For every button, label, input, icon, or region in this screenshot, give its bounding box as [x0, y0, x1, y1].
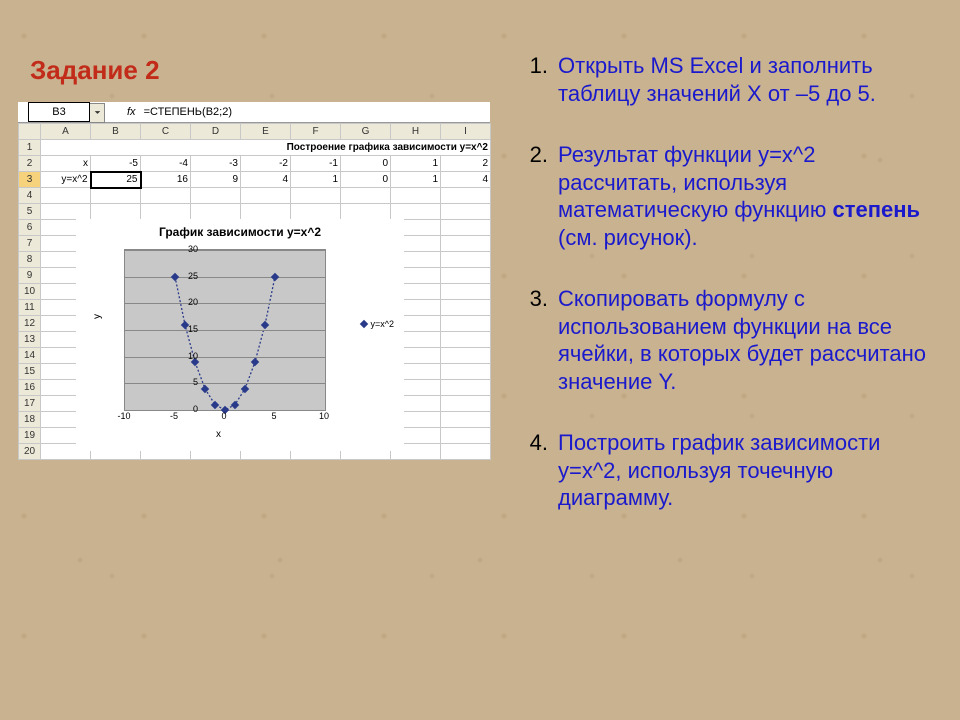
active-cell: 25 [91, 172, 141, 188]
formula-bar: B3 fx =СТЕПЕНЬ(B2;2) [18, 102, 490, 123]
step-text: Построить график зависимости y=x^2, испо… [558, 430, 880, 510]
embedded-chart[interactable]: График зависимости y=x^2 y x y=x^2 05101… [76, 219, 404, 451]
name-box[interactable]: B3 [28, 102, 90, 122]
col-header-row: ABC DEF GHI [19, 124, 491, 140]
excel-screenshot: B3 fx =СТЕПЕНЬ(B2;2) ABC DEF GHI 1 Постр… [18, 102, 490, 457]
chevron-down-icon [94, 109, 101, 116]
name-box-dropdown[interactable] [90, 103, 105, 123]
step-number: 3. [500, 285, 548, 313]
x-axis-label: x [216, 429, 221, 440]
row-3[interactable]: 3 y=x^2 25 169 410 14 [19, 172, 491, 188]
legend: y=x^2 [361, 319, 394, 329]
step-2: 2. Результат функции y=x^2 рассчитать, и… [500, 141, 940, 251]
row-2[interactable]: 2 x -5-4-3 -2-10 12 [19, 156, 491, 172]
step-3: 3. Скопировать формулу с использованием … [500, 285, 940, 395]
step-number: 2. [500, 141, 548, 169]
step-text: Результат функции y=x^2 рассчитать, испо… [558, 142, 920, 250]
step-number: 1. [500, 52, 548, 80]
plot-area [124, 249, 326, 411]
slide-title: Задание 2 [30, 55, 160, 86]
step-1: 1. Открыть MS Excel и заполнить таблицу … [500, 52, 940, 107]
legend-label: y=x^2 [371, 319, 394, 329]
y-axis-label: y [92, 314, 103, 319]
row-1[interactable]: 1 Построение графика зависимости y=x^2 [19, 140, 491, 156]
formula-text[interactable]: =СТЕПЕНЬ(B2;2) [144, 106, 232, 118]
fx-label: fx [127, 106, 136, 118]
worksheet[interactable]: ABC DEF GHI 1 Построение графика зависим… [18, 123, 490, 460]
legend-marker-icon [359, 320, 367, 328]
step-text: Скопировать формулу с использованием фун… [558, 286, 926, 394]
step-number: 4. [500, 429, 548, 457]
step-4: 4. Построить график зависимости y=x^2, и… [500, 429, 940, 512]
instructions-list: 1. Открыть MS Excel и заполнить таблицу … [500, 52, 940, 546]
chart-title: График зависимости y=x^2 [76, 225, 404, 239]
sheet-title-cell: Построение графика зависимости y=x^2 [41, 140, 491, 156]
step-text: Открыть MS Excel и заполнить таблицу зна… [558, 53, 876, 106]
